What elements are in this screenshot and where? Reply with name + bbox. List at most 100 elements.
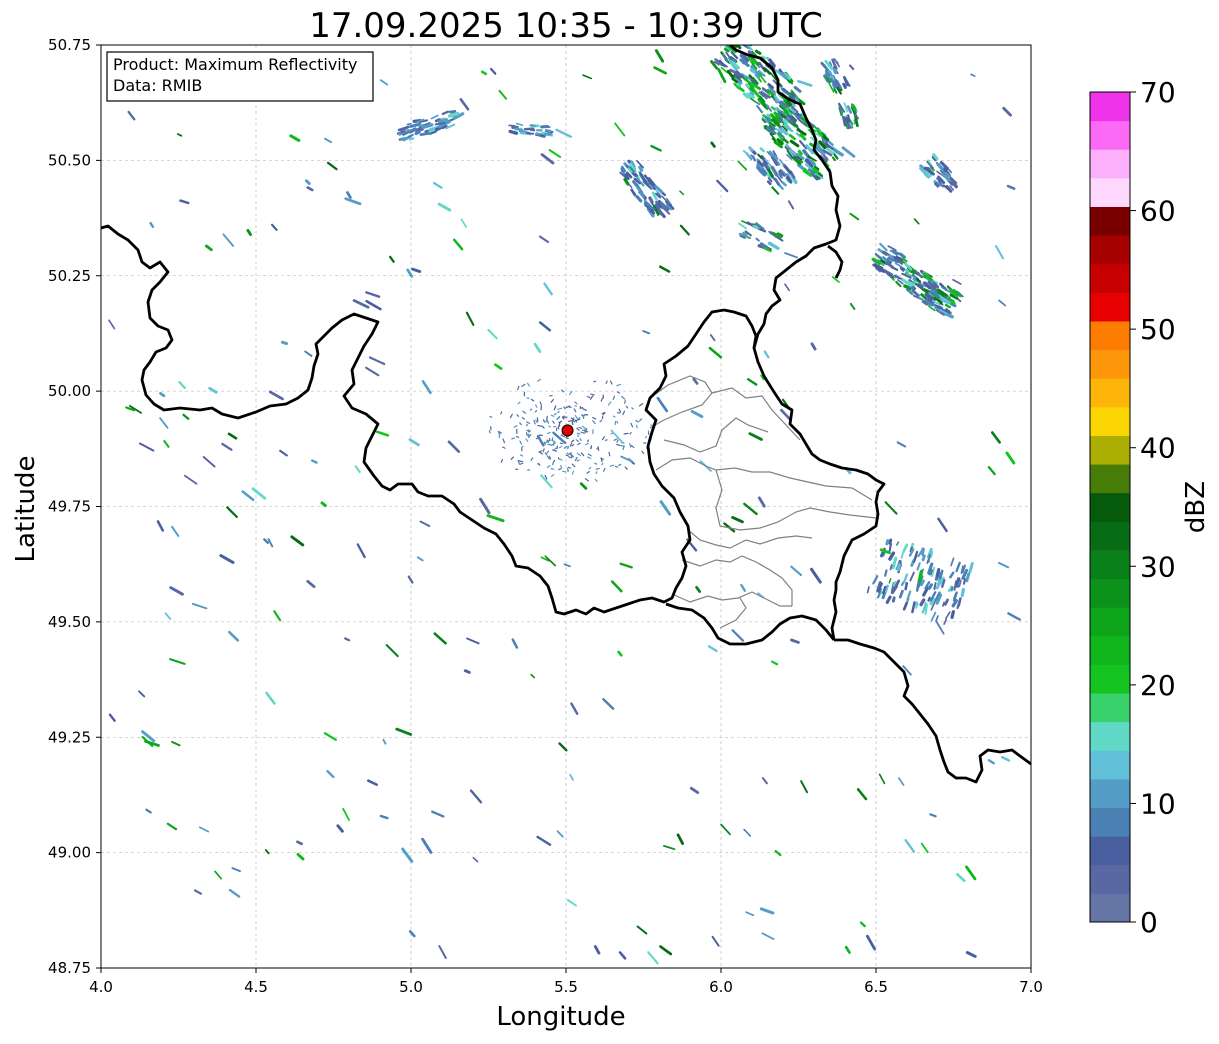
x-tick-label: 4.5 — [244, 978, 268, 996]
echo-mark — [928, 598, 929, 601]
x-tick-label: 5.0 — [399, 978, 423, 996]
echo-mark — [761, 149, 764, 151]
echo-mark — [637, 425, 638, 427]
echo-mark — [615, 466, 617, 467]
echo-mark — [535, 411, 536, 412]
echo-mark — [559, 417, 560, 419]
colorbar-segment — [1090, 865, 1130, 894]
echo-mark — [899, 565, 900, 569]
echo-mark — [623, 447, 624, 450]
echo-mark — [595, 463, 597, 464]
y-tick-label: 48.75 — [48, 959, 91, 977]
y-tick-label: 49.25 — [48, 728, 91, 746]
echo-mark — [554, 426, 556, 427]
echo-mark — [510, 131, 516, 133]
echo-mark — [544, 442, 545, 444]
echo-mark — [952, 612, 953, 618]
y-tick-label: 50.25 — [48, 267, 91, 285]
echo-mark — [768, 182, 770, 184]
colorbar-segment — [1090, 350, 1130, 379]
echo-mark — [923, 549, 924, 555]
echo-mark — [566, 455, 567, 456]
echo-mark — [856, 118, 858, 126]
echo-mark — [546, 130, 550, 131]
echo-mark — [436, 123, 445, 124]
echo-mark — [626, 175, 628, 179]
echo-mark — [555, 414, 556, 415]
echo-mark — [527, 133, 534, 134]
echo-mark — [160, 393, 163, 395]
echo-mark — [884, 252, 887, 254]
echo-mark — [538, 426, 541, 427]
echo-mark — [609, 452, 610, 455]
echo-mark — [601, 458, 602, 461]
colorbar-segment — [1090, 607, 1130, 636]
colorbar-tick-label: 0 — [1140, 906, 1158, 939]
echo-mark — [929, 585, 931, 588]
radar-site-marker — [562, 425, 573, 436]
echo-mark — [410, 129, 415, 132]
echo-mark — [529, 434, 530, 437]
echo-mark — [624, 433, 628, 434]
x-axis-label: Longitude — [496, 1002, 625, 1032]
x-tick-label: 6.5 — [864, 978, 888, 996]
echo-mark — [745, 56, 748, 60]
echo-mark — [799, 151, 801, 153]
echo-mark — [919, 571, 921, 581]
y-tick-label: 50.50 — [48, 151, 91, 169]
echo-mark — [962, 590, 963, 596]
echo-mark — [632, 408, 633, 409]
echo-mark — [416, 129, 422, 130]
echo-mark — [645, 436, 646, 437]
colorbar-tick-label: 40 — [1140, 432, 1176, 465]
echo-mark — [562, 436, 564, 437]
echo-mark — [958, 602, 960, 608]
radar-map-svg: 17.09.2025 10:35 - 10:39 UTC — [0, 0, 1219, 1040]
echo-mark — [558, 412, 559, 413]
echo-mark — [751, 88, 754, 91]
echo-mark — [566, 438, 568, 439]
colorbar-tick-label: 70 — [1140, 76, 1176, 109]
echo-mark — [568, 467, 571, 468]
echo-mark — [768, 115, 770, 117]
echo-mark — [943, 602, 944, 606]
echo-mark — [640, 167, 642, 170]
colorbar-segment — [1090, 836, 1130, 865]
echo-mark — [596, 472, 597, 474]
echo-mark — [577, 435, 578, 436]
echo-mark — [531, 129, 534, 130]
colorbar-segment — [1090, 178, 1130, 207]
echo-mark — [756, 51, 760, 53]
echo-mark — [885, 570, 886, 575]
echo-mark — [580, 408, 582, 409]
echo-mark — [561, 459, 562, 460]
echo-mark — [834, 70, 835, 73]
echo-mark — [401, 132, 404, 133]
echo-mark — [594, 381, 596, 382]
echo-mark — [548, 433, 551, 434]
colorbar-segment — [1090, 636, 1130, 665]
echo-mark — [967, 574, 969, 581]
colorbar-segment — [1090, 664, 1130, 693]
x-axis-ticks: 4.04.55.05.56.06.57.0 — [89, 968, 1043, 996]
info-data-text: Data: RMIB — [113, 76, 202, 95]
colorbar-tick-label: 20 — [1140, 669, 1176, 702]
echo-mark — [725, 49, 728, 51]
colorbar-segment — [1090, 321, 1130, 350]
echo-mark — [890, 565, 891, 569]
echo-mark — [282, 342, 286, 343]
echo-mark — [964, 579, 965, 584]
echo-mark — [918, 285, 921, 287]
colorbar-ticks: 010203040506070 — [1130, 76, 1176, 939]
map-area — [101, 34, 1031, 968]
x-tick-label: 7.0 — [1019, 978, 1043, 996]
echo-mark — [547, 416, 548, 420]
colorbar-segment — [1090, 493, 1130, 522]
echo-mark — [738, 46, 740, 48]
echo-mark — [937, 570, 939, 577]
echo-mark — [549, 426, 550, 427]
echo-mark — [551, 469, 554, 470]
colorbar-segment — [1090, 264, 1130, 293]
colorbar — [1090, 92, 1130, 923]
echo-mark — [952, 587, 953, 590]
